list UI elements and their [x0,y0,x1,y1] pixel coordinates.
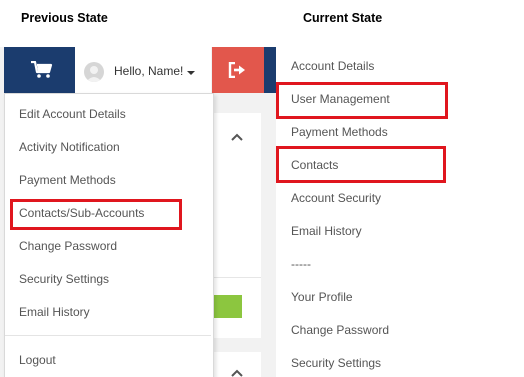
highlight-box-user-management [276,82,448,119]
menu-item-change-password[interactable]: Change Password [19,239,117,253]
previous-state-heading: Previous State [21,11,108,25]
topbar-edge [264,47,276,93]
chevron-down-icon[interactable] [187,71,195,75]
menu-item-logout[interactable]: Logout [19,353,56,367]
green-action-button[interactable] [211,295,242,318]
menu-item-email-history[interactable]: Email History [19,305,90,319]
menu-item-account-security[interactable]: Account Security [291,191,381,205]
chevron-up-icon[interactable] [231,369,243,377]
sign-out-icon[interactable] [228,62,246,78]
highlight-box-contacts [276,146,446,183]
current-state-heading: Current State [303,11,383,25]
menu-divider [5,335,211,336]
menu-item-security-settings-current[interactable]: Security Settings [291,356,381,370]
menu-item-email-history-current[interactable]: Email History [291,224,362,238]
user-avatar-icon [84,62,104,82]
panel-divider [211,277,261,278]
menu-item-activity-notification[interactable]: Activity Notification [19,140,120,154]
menu-item-change-password-current[interactable]: Change Password [291,323,389,337]
comparison-page: Previous State Current State Hello, Name… [0,0,524,377]
menu-item-payment-methods[interactable]: Payment Methods [19,173,116,187]
user-greeting[interactable]: Hello, Name! [114,64,183,78]
highlight-box-contacts-sub-accounts [10,199,182,230]
menu-item-edit-account-details[interactable]: Edit Account Details [19,107,126,121]
shopping-cart-icon[interactable] [31,61,53,79]
menu-item-payment-methods-current[interactable]: Payment Methods [291,125,388,139]
menu-item-security-settings[interactable]: Security Settings [19,272,109,286]
chevron-up-icon[interactable] [231,133,243,141]
menu-separator-text: ----- [291,257,311,271]
menu-item-account-details[interactable]: Account Details [291,59,374,73]
menu-item-your-profile[interactable]: Your Profile [291,290,353,304]
